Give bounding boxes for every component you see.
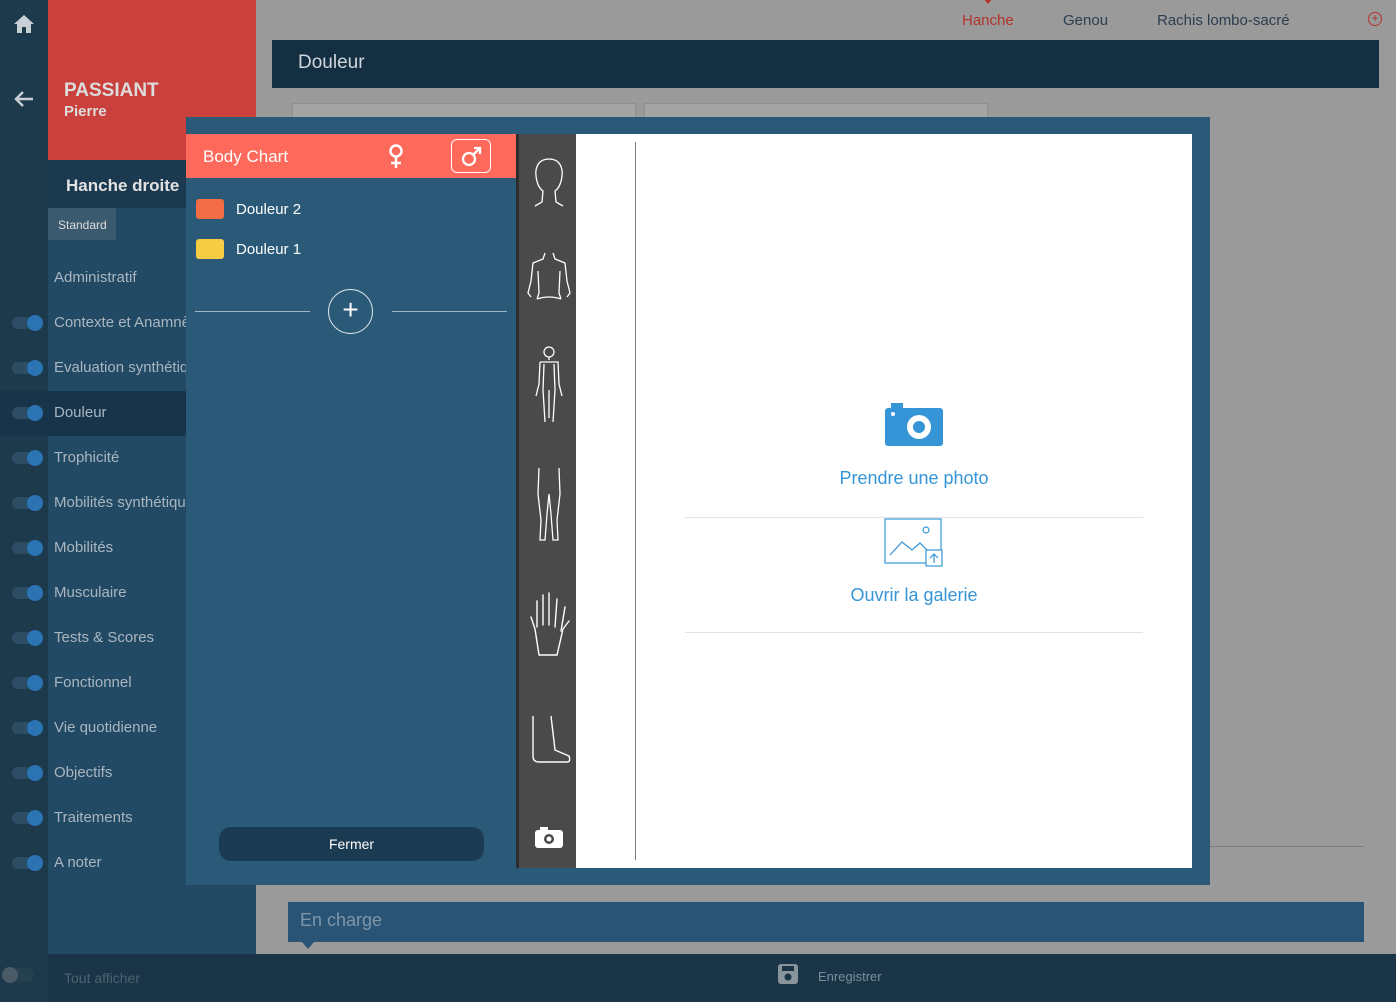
divider xyxy=(392,311,507,312)
body-chart-title: Body Chart xyxy=(203,147,289,166)
pain-label: Douleur 2 xyxy=(236,201,302,218)
show-all-label[interactable]: Tout afficher xyxy=(64,970,140,986)
sidebar-item-label: Fonctionnel xyxy=(54,674,132,691)
back-arrow-icon[interactable] xyxy=(12,87,36,111)
female-icon[interactable] xyxy=(384,142,408,170)
section-toggle[interactable] xyxy=(12,495,43,511)
top-tabs: Hanche Genou Rachis lombo-sacré + xyxy=(256,0,1396,40)
pain-label: Douleur 1 xyxy=(236,241,302,258)
sidebar-item-label: Vie quotidienne xyxy=(54,719,158,736)
body-chart-header: Body Chart xyxy=(186,134,516,178)
tab-rachis[interactable]: Rachis lombo-sacré xyxy=(1157,12,1290,29)
section-toggle[interactable] xyxy=(12,810,43,826)
legs-icon[interactable] xyxy=(525,464,573,544)
section-toggle[interactable] xyxy=(12,405,43,421)
sidebar-item-label: Objectifs xyxy=(54,764,113,781)
patient-last-name: PASSIANT xyxy=(64,80,159,101)
divider xyxy=(1210,846,1364,847)
divider xyxy=(685,632,1143,633)
close-button[interactable]: Fermer xyxy=(219,827,484,861)
section-toggle[interactable] xyxy=(12,360,43,376)
sidebar-item-label: A noter xyxy=(54,854,102,871)
take-photo-label: Prendre une photo xyxy=(839,468,989,488)
sidebar-item-label: Evaluation synthétique xyxy=(54,359,205,376)
bottom-bar: Tout afficher Enregistrer xyxy=(48,954,1396,1002)
hand-icon[interactable] xyxy=(525,589,573,659)
camera-icon xyxy=(885,403,943,446)
section-toggle[interactable] xyxy=(12,315,43,331)
section-toggle[interactable] xyxy=(12,765,43,781)
male-toggle-button[interactable] xyxy=(451,139,491,173)
male-icon xyxy=(461,146,482,167)
section-toggle[interactable] xyxy=(12,585,43,601)
save-button[interactable]: Enregistrer xyxy=(818,969,882,984)
add-pain-button[interactable]: + xyxy=(328,289,373,334)
body-chart-canvas[interactable]: Prendre une photo Ouvrir la galerie xyxy=(576,134,1192,868)
save-icon[interactable] xyxy=(777,963,799,985)
sidebar-item-label: Mobilités xyxy=(54,539,114,556)
tab-standard[interactable]: Standard xyxy=(48,208,116,240)
full-body-icon[interactable] xyxy=(525,344,573,424)
sidebar-item-label: Mobilités synthétiques xyxy=(54,494,202,511)
body-chart-modal: Body Chart Douleur 2 Douleur 1 + Fermer xyxy=(186,117,1210,885)
tab-genou[interactable]: Genou xyxy=(1063,12,1108,29)
sidebar-item-label: Administratif xyxy=(54,269,137,286)
section-toggle[interactable] xyxy=(12,630,43,646)
sidebar-item-label: Traitements xyxy=(54,809,133,826)
sidebar-item-label: Tests & Scores xyxy=(54,629,155,646)
section-header: Douleur xyxy=(272,40,1379,88)
sidebar-item-label: Trophicité xyxy=(54,449,120,466)
open-gallery-button[interactable]: Ouvrir la galerie xyxy=(685,518,1143,633)
divider xyxy=(195,311,310,312)
gallery-icon xyxy=(884,518,943,567)
section-toggle[interactable] xyxy=(12,540,43,556)
camera-icon[interactable] xyxy=(525,824,573,852)
section-toggle[interactable] xyxy=(12,675,43,691)
add-tab-icon[interactable]: + xyxy=(1368,12,1382,26)
section-toggle[interactable] xyxy=(12,720,43,736)
vertical-divider xyxy=(635,142,636,860)
home-icon[interactable] xyxy=(12,12,36,36)
section-en-charge[interactable]: En charge xyxy=(288,902,1364,949)
open-gallery-label: Ouvrir la galerie xyxy=(850,585,978,605)
head-icon[interactable] xyxy=(525,154,573,209)
pain-color-swatch xyxy=(196,239,224,259)
tab-hanche[interactable]: Hanche xyxy=(962,0,1014,29)
section-toggle[interactable] xyxy=(12,855,43,871)
section-toggle[interactable] xyxy=(12,450,43,466)
sidebar-item-label: Douleur xyxy=(54,404,107,421)
pain-color-swatch xyxy=(196,199,224,219)
body-part-toolbar xyxy=(516,134,576,868)
sidebar-item-label: Musculaire xyxy=(54,584,127,601)
torso-icon[interactable] xyxy=(525,249,573,309)
sidebar-item-label: Contexte et Anamnèse xyxy=(54,314,206,331)
take-photo-button[interactable]: Prendre une photo xyxy=(685,402,1143,518)
show-all-toggle[interactable] xyxy=(2,967,34,983)
foot-icon[interactable] xyxy=(525,712,573,767)
